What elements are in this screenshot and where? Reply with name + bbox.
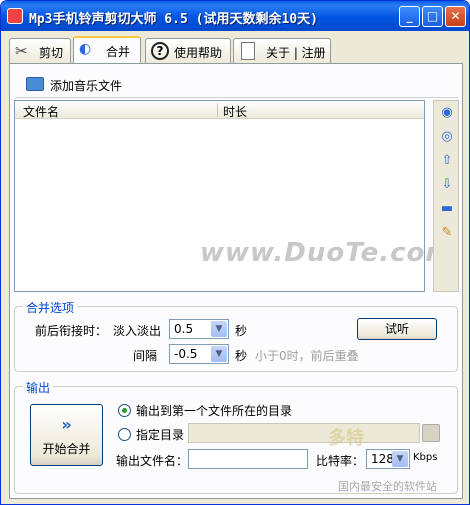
double-chevron-icon: »	[61, 415, 72, 434]
output-legend: 输出	[23, 379, 54, 396]
duote-logo: 多特	[328, 428, 364, 449]
maximize-button[interactable]: □	[422, 6, 443, 27]
window-title: Mp3手机铃声剪切大师 6.5 (试用天数剩余10天)	[29, 12, 318, 27]
move-up-icon[interactable]: ⇧	[439, 153, 455, 169]
list-action-bar: ◉ ◎ ⇧ ⇩ ▬ ✎	[433, 100, 459, 292]
tab-merge[interactable]: ◐ 合并	[73, 36, 141, 65]
app-icon	[7, 8, 23, 24]
gap-value: -0.5	[174, 347, 198, 361]
merge-options-legend: 合并选项	[23, 299, 78, 316]
bitrate-label: 比特率：	[316, 454, 365, 468]
chevron-down-icon[interactable]: ▼	[211, 321, 227, 337]
start-merge-button[interactable]: » 开始合并	[30, 404, 103, 466]
watermark: www.DuoTe.com	[200, 238, 454, 268]
radio-same-dir[interactable]	[118, 404, 131, 417]
fade-label: 淡入淡出	[113, 324, 162, 338]
app-window: Mp3手机铃声剪切大师 6.5 (试用天数剩余10天) _ □ ✕ ✂ 剪切 ◐…	[0, 0, 470, 505]
help-icon: ?	[151, 42, 169, 60]
gap-label: 间隔	[133, 349, 158, 363]
tab-help-label: 使用帮助	[174, 46, 223, 60]
toolbar: 添加音乐文件	[16, 70, 458, 98]
column-divider[interactable]	[217, 103, 218, 117]
stop-icon[interactable]: ◎	[439, 129, 455, 145]
title-bar[interactable]: Mp3手机铃声剪切大师 6.5 (试用天数剩余10天) _ □ ✕	[1, 1, 469, 31]
tab-merge-label: 合并	[106, 45, 131, 59]
output-filename-input[interactable]	[188, 449, 308, 469]
start-merge-label: 开始合并	[42, 442, 91, 456]
filename-label: 输出文件名：	[116, 454, 189, 468]
add-music-file-label: 添加音乐文件	[50, 79, 123, 93]
gap-select[interactable]: -0.5 ▼	[169, 344, 229, 364]
bitrate-select[interactable]: 128 ▼	[366, 449, 410, 469]
file-list-header: 文件名 时长	[15, 101, 424, 119]
merge-options-group: 合并选项 前后衔接时： 淡入淡出 0.5 ▼ 秒 间隔 -0.5 ▼ 秒 小于0…	[14, 299, 458, 372]
bitrate-unit: Kbps	[413, 452, 438, 463]
gap-unit: 秒	[235, 349, 248, 363]
scissors-icon: ✂	[15, 42, 28, 60]
clear-list-icon[interactable]: ✎	[439, 225, 455, 241]
document-icon	[241, 42, 255, 60]
overlap-hint: 小于0时，前后重叠	[255, 349, 359, 363]
tab-cut-label: 剪切	[39, 46, 64, 60]
tab-about[interactable]: 关于 | 注册	[233, 38, 331, 64]
tab-about-label: 关于 | 注册	[266, 46, 326, 60]
chevron-down-icon[interactable]: ▼	[211, 346, 227, 362]
column-filename[interactable]: 文件名	[23, 103, 59, 120]
play-icon[interactable]: ◉	[439, 105, 455, 121]
radio-custom-dir[interactable]	[118, 428, 131, 441]
preview-label: 试听	[384, 322, 409, 336]
join-label: 前后衔接时：	[35, 324, 108, 338]
radio-custom-dir-label[interactable]: 指定目录	[136, 426, 184, 443]
duote-slogan: 国内最安全的软件站	[338, 480, 437, 493]
tab-cut[interactable]: ✂ 剪切	[9, 38, 71, 64]
bitrate-value: 128	[371, 452, 394, 466]
preview-button[interactable]: 试听	[357, 318, 437, 340]
move-down-icon[interactable]: ⇩	[439, 177, 455, 193]
folder-icon	[26, 77, 44, 91]
close-button[interactable]: ✕	[445, 6, 466, 27]
radio-same-dir-label[interactable]: 输出到第一个文件所在的目录	[136, 402, 292, 419]
tab-help[interactable]: ? 使用帮助	[145, 38, 231, 64]
fade-unit: 秒	[235, 324, 248, 338]
minimize-button[interactable]: _	[399, 6, 420, 27]
fade-select[interactable]: 0.5 ▼	[169, 319, 229, 339]
remove-icon[interactable]: ▬	[439, 201, 455, 217]
column-duration[interactable]: 时长	[223, 103, 247, 120]
fade-value: 0.5	[174, 322, 194, 336]
merge-panel: 添加音乐文件 文件名 时长 www.DuoTe.com ◉ ◎ ⇧ ⇩ ▬ ✎ …	[9, 63, 463, 499]
merge-icon: ◐	[79, 41, 92, 57]
chevron-down-icon[interactable]: ▼	[392, 451, 408, 467]
